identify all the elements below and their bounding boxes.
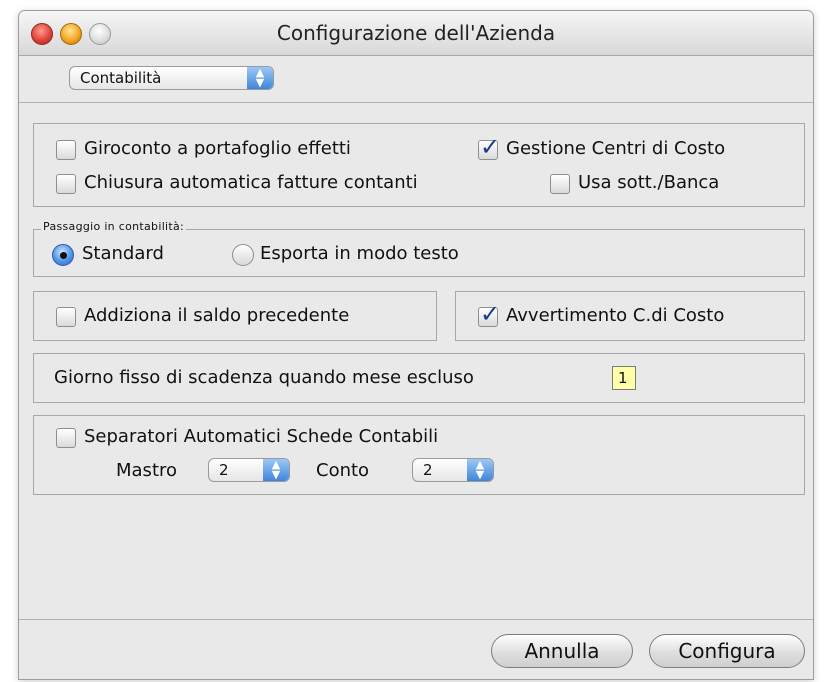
avvertimento-group: ✓ Avvertimento C.di Costo: [455, 291, 805, 341]
giorno-fisso-group: Giorno fisso di scadenza quando mese esc…: [33, 353, 805, 403]
esporta-label: Esporta in modo testo: [260, 243, 459, 264]
chiusura-checkbox[interactable]: [56, 174, 76, 194]
mastro-value: 2: [219, 461, 229, 479]
gestione-centri-checkbox[interactable]: ✓: [478, 133, 500, 161]
separatori-label: Separatori Automatici Schede Contabili: [84, 426, 439, 447]
avvertimento-label: Avvertimento C.di Costo: [506, 305, 725, 326]
standard-radio[interactable]: [52, 244, 74, 266]
addiziona-group: Addiziona il saldo precedente: [33, 291, 437, 341]
standard-label: Standard: [82, 243, 164, 264]
conto-value: 2: [423, 461, 433, 479]
giroconto-label: Giroconto a portafoglio effetti: [84, 138, 351, 159]
popup-arrows-icon: ▲ ▼: [247, 67, 273, 89]
separatori-group: Separatori Automatici Schede Contabili M…: [33, 415, 805, 495]
usa-sott-checkbox[interactable]: [550, 174, 570, 194]
check-icon: ✓: [480, 300, 501, 328]
section-popup-value: Contabilità: [80, 69, 162, 87]
addiziona-checkbox[interactable]: [56, 307, 76, 327]
popup-arrows-icon: ▲ ▼: [467, 459, 493, 481]
section-selector-area: Contabilità ▲ ▼: [19, 56, 813, 103]
esporta-radio[interactable]: [232, 244, 254, 266]
giorno-fisso-field[interactable]: 1: [612, 366, 636, 390]
window-title: Configurazione dell'Azienda: [276, 21, 556, 45]
passaggio-group-label: Passaggio in contabilità:: [41, 220, 187, 233]
mastro-label: Mastro: [116, 460, 178, 481]
configura-button[interactable]: Configura: [649, 634, 805, 668]
usa-sott-label: Usa sott./Banca: [578, 172, 720, 193]
check-icon: ✓: [480, 133, 501, 161]
conto-label: Conto: [316, 460, 370, 481]
chiusura-label: Chiusura automatica fatture contanti: [84, 172, 418, 193]
gestione-centri-label: Gestione Centri di Costo: [506, 138, 726, 159]
giorno-fisso-label: Giorno fisso di scadenza quando mese esc…: [54, 367, 474, 388]
button-bar: Annulla Configura: [19, 619, 813, 679]
config-window: Configurazione dell'Azienda Contabilità …: [18, 10, 814, 680]
mastro-popup[interactable]: 2 ▲ ▼: [208, 458, 290, 482]
addiziona-label: Addiziona il saldo precedente: [84, 305, 350, 326]
options-group: Giroconto a portafoglio effetti ✓ Gestio…: [33, 123, 805, 207]
separatori-checkbox[interactable]: [56, 428, 76, 448]
annulla-button[interactable]: Annulla: [491, 634, 633, 668]
giroconto-checkbox[interactable]: [56, 140, 76, 160]
avvertimento-checkbox[interactable]: ✓: [478, 300, 500, 328]
conto-popup[interactable]: 2 ▲ ▼: [412, 458, 494, 482]
radio-selected-dot: [60, 252, 67, 259]
passaggio-group: Standard Esporta in modo testo: [33, 229, 805, 277]
section-popup[interactable]: Contabilità ▲ ▼: [69, 66, 274, 90]
title-bar: Configurazione dell'Azienda: [19, 11, 813, 56]
popup-arrows-icon: ▲ ▼: [263, 459, 289, 481]
